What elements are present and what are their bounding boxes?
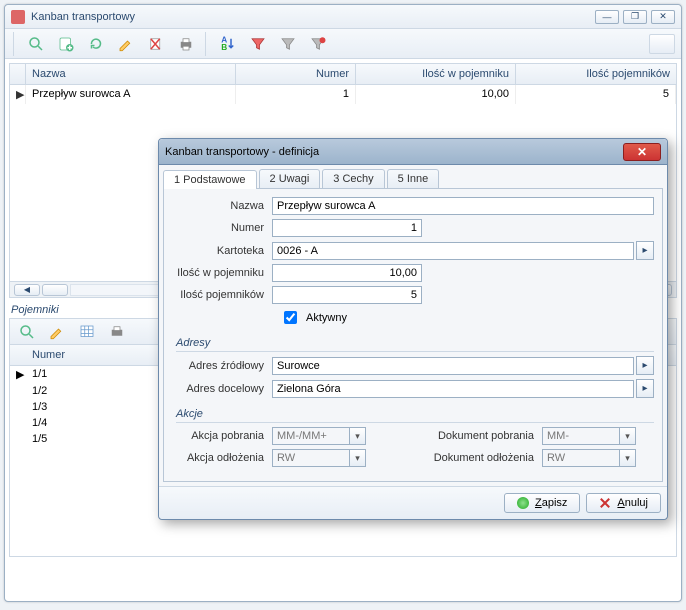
tab-panel-podstawowe: Nazwa Numer Kartoteka ▸ Ilość w pojemnik… bbox=[163, 188, 663, 482]
cell-ilosc-w-pojemniku: 10,00 bbox=[356, 85, 516, 104]
delete-icon[interactable] bbox=[143, 32, 169, 56]
input-numer[interactable] bbox=[272, 219, 422, 237]
cancel-button[interactable]: Anuluj bbox=[586, 493, 661, 513]
combo-dokument-odlozenia[interactable]: ▾ bbox=[542, 449, 636, 467]
tab-cechy[interactable]: 3 Cechy bbox=[322, 169, 384, 188]
adres-docelowy-lookup-button[interactable]: ▸ bbox=[636, 379, 654, 398]
label-akcja-odlozenia: Akcja odłożenia bbox=[172, 452, 272, 464]
label-nazwa: Nazwa bbox=[172, 200, 272, 212]
window-title: Kanban transportowy bbox=[31, 11, 595, 23]
dialog-close-button[interactable]: ✕ bbox=[623, 143, 661, 161]
label-aktywny: Aktywny bbox=[306, 312, 347, 324]
refresh-icon[interactable] bbox=[83, 32, 109, 56]
chevron-down-icon[interactable]: ▾ bbox=[620, 427, 636, 445]
cell-nazwa: Przepływ surowca A bbox=[26, 85, 236, 104]
svg-text:B: B bbox=[221, 43, 227, 52]
maximize-button[interactable]: ❐ bbox=[623, 10, 647, 24]
filter-icon[interactable] bbox=[245, 32, 271, 56]
input-nazwa[interactable] bbox=[272, 197, 654, 215]
close-button[interactable]: ✕ bbox=[651, 10, 675, 24]
combo-dokument-pobrania[interactable]: ▾ bbox=[542, 427, 636, 445]
col-ilosc-pojemnikow[interactable]: Ilość pojemników bbox=[516, 64, 676, 84]
scroll-left-button[interactable]: ◀ bbox=[14, 284, 40, 296]
kartoteka-lookup-button[interactable]: ▸ bbox=[636, 241, 654, 260]
fieldset-akcje: Akcje bbox=[176, 408, 654, 423]
sub-search-icon[interactable] bbox=[14, 320, 40, 344]
col-nazwa[interactable]: Nazwa bbox=[26, 64, 236, 84]
input-adres-docelowy[interactable] bbox=[272, 380, 634, 398]
col-ilosc-w-pojemniku[interactable]: Ilość w pojemniku bbox=[356, 64, 516, 84]
tab-podstawowe[interactable]: 1 Podstawowe bbox=[163, 170, 257, 189]
filter2-icon[interactable] bbox=[275, 32, 301, 56]
app-icon bbox=[11, 10, 25, 24]
tab-uwagi[interactable]: 2 Uwagi bbox=[259, 169, 321, 188]
row-indicator: ▶ bbox=[10, 85, 26, 104]
filter3-icon[interactable] bbox=[305, 32, 331, 56]
window-buttons: — ❐ ✕ bbox=[595, 10, 675, 24]
definition-dialog: Kanban transportowy - definicja ✕ 1 Pods… bbox=[158, 138, 668, 520]
minimize-button[interactable]: — bbox=[595, 10, 619, 24]
save-button[interactable]: Zapisz bbox=[504, 493, 580, 513]
label-ilosc-w-pojemniku: Ilość w pojemniku bbox=[172, 267, 272, 279]
sub-grid-icon[interactable] bbox=[74, 320, 100, 344]
dialog-titlebar[interactable]: Kanban transportowy - definicja ✕ bbox=[159, 139, 667, 165]
combo-akcja-odlozenia[interactable]: ▾ bbox=[272, 449, 366, 467]
main-toolbar: AB bbox=[5, 29, 681, 59]
edit-icon[interactable] bbox=[113, 32, 139, 56]
label-adres-docelowy: Adres docelowy bbox=[172, 383, 272, 395]
sort-icon[interactable]: AB bbox=[215, 32, 241, 56]
cell-ilosc-pojemnikow: 5 bbox=[516, 85, 676, 104]
chevron-down-icon[interactable]: ▾ bbox=[350, 427, 366, 445]
grid-header: Nazwa Numer Ilość w pojemniku Ilość poje… bbox=[10, 64, 676, 85]
label-akcja-pobrania: Akcja pobrania bbox=[172, 430, 272, 442]
chevron-down-icon[interactable]: ▾ bbox=[620, 449, 636, 467]
add-icon[interactable] bbox=[53, 32, 79, 56]
dialog-title: Kanban transportowy - definicja bbox=[165, 146, 623, 158]
search-icon[interactable] bbox=[23, 32, 49, 56]
label-adres-zrodlowy: Adres źródłowy bbox=[172, 360, 272, 372]
grid-row[interactable]: ▶ Przepływ surowca A 1 10,00 5 bbox=[10, 85, 676, 104]
tab-inne[interactable]: 5 Inne bbox=[387, 169, 440, 188]
input-ilosc-pojemnikow[interactable] bbox=[272, 286, 422, 304]
label-ilosc-pojemnikow: Ilość pojemników bbox=[172, 289, 272, 301]
adres-zrodlowy-lookup-button[interactable]: ▸ bbox=[636, 356, 654, 375]
sub-print-icon[interactable] bbox=[104, 320, 130, 344]
label-dokument-pobrania: Dokument pobrania bbox=[422, 430, 542, 442]
print-icon[interactable] bbox=[173, 32, 199, 56]
col-numer[interactable]: Numer bbox=[236, 64, 356, 84]
main-titlebar: Kanban transportowy — ❐ ✕ bbox=[5, 5, 681, 29]
checkbox-aktywny[interactable] bbox=[284, 311, 297, 324]
fieldset-adresy: Adresy bbox=[176, 337, 654, 352]
scroll-thumb[interactable] bbox=[42, 284, 68, 296]
sub-edit-icon[interactable] bbox=[44, 320, 70, 344]
layout-button[interactable] bbox=[649, 34, 675, 54]
label-kartoteka: Kartoteka bbox=[172, 245, 272, 257]
close-icon bbox=[599, 497, 611, 509]
input-ilosc-w-pojemniku[interactable] bbox=[272, 264, 422, 282]
label-dokument-odlozenia: Dokument odłożenia bbox=[422, 452, 542, 464]
tab-bar: 1 Podstawowe 2 Uwagi 3 Cechy 5 Inne bbox=[159, 165, 667, 188]
input-kartoteka[interactable] bbox=[272, 242, 634, 260]
dialog-button-bar: Zapisz Anuluj bbox=[159, 486, 667, 519]
label-numer: Numer bbox=[172, 222, 272, 234]
check-icon bbox=[517, 497, 529, 509]
combo-akcja-pobrania[interactable]: ▾ bbox=[272, 427, 366, 445]
input-adres-zrodlowy[interactable] bbox=[272, 357, 634, 375]
cell-numer: 1 bbox=[236, 85, 356, 104]
chevron-down-icon[interactable]: ▾ bbox=[350, 449, 366, 467]
